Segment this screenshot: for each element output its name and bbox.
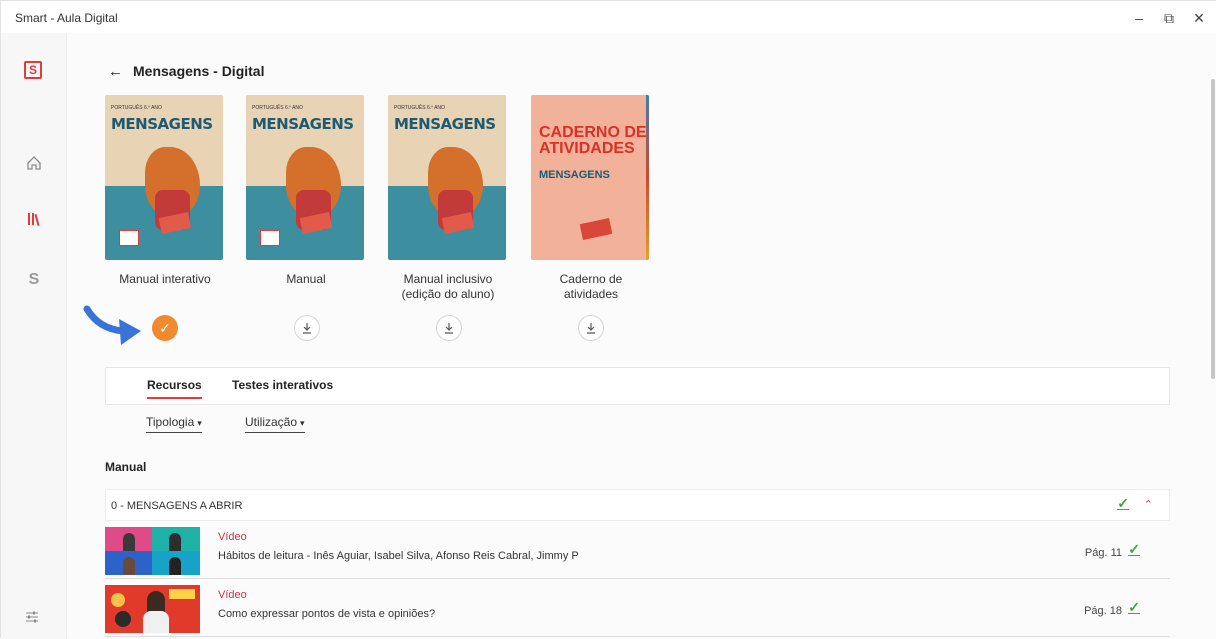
window-title: Smart - Aula Digital (15, 11, 118, 25)
resource-row[interactable]: Vídeo Como expressar pontos de vista e o… (105, 581, 1170, 637)
resource-row[interactable]: Vídeo Hábitos de leitura - Inês Aguiar, … (105, 523, 1170, 579)
section-title: Manual (105, 460, 147, 474)
resource-tabs: Recursos Testes interativos (105, 367, 1170, 405)
sidebar: S S (1, 33, 67, 639)
chevron-up-icon[interactable]: ⌃ (1144, 498, 1153, 511)
minimize-button[interactable]: – (1125, 9, 1153, 29)
smart-s-icon[interactable]: S (23, 271, 45, 293)
chevron-down-icon: ▾ (197, 418, 202, 428)
book-cover[interactable]: CADERNO DE ATIVIDADES MENSAGENS (531, 95, 649, 260)
page-title: Mensagens - Digital (133, 63, 265, 79)
tab-testes-interativos[interactable]: Testes interativos (232, 378, 333, 392)
book-label: Manual inclusivo (edição do aluno) (401, 272, 495, 301)
filter-utilizacao[interactable]: Utilização ▾ (245, 415, 305, 433)
book-label: Manual (286, 272, 326, 286)
resource-page: Pág. 11 (1084, 547, 1122, 559)
resource-type: Vídeo (218, 589, 247, 601)
book-cover[interactable]: PORTUGUÊS 6.º ANO MENSAGENS (105, 95, 223, 260)
title-bar: Smart - Aula Digital – ⧉ ✕ (1, 1, 1216, 33)
group-header[interactable]: 0 - MENSAGENS A ABRIR ✓ ⌃ (105, 489, 1170, 521)
page-header: ← Mensagens - Digital (108, 63, 264, 80)
app-window: Smart - Aula Digital – ⧉ ✕ S S ← Mensagen… (0, 0, 1216, 639)
book-label: Manual interativo (119, 272, 211, 286)
downloaded-check-button[interactable]: ✓ (152, 315, 178, 341)
video-thumbnail[interactable] (105, 527, 200, 575)
group-label: 0 - MENSAGENS A ABRIR (111, 500, 243, 512)
resource-title[interactable]: Como expressar pontos de vista e opiniõe… (218, 608, 435, 620)
home-icon[interactable] (23, 155, 45, 177)
book-card-manual[interactable]: PORTUGUÊS 6.º ANO MENSAGENS Manual (246, 95, 366, 287)
resource-page: Pág. 18 (1084, 605, 1122, 617)
tab-recursos[interactable]: Recursos (147, 378, 202, 399)
book-cover[interactable]: PORTUGUÊS 6.º ANO MENSAGENS (246, 95, 364, 260)
video-thumbnail[interactable] (105, 585, 200, 633)
download-icon (303, 323, 311, 334)
book-cover[interactable]: PORTUGUÊS 6.º ANO MENSAGENS (388, 95, 506, 260)
chevron-down-icon: ▾ (300, 418, 305, 428)
book-card-caderno-atividades[interactable]: CADERNO DE ATIVIDADES MENSAGENS Caderno … (531, 95, 651, 302)
main-content: ← Mensagens - Digital PORTUGUÊS 6.º ANO M… (68, 33, 1216, 639)
scrollbar[interactable] (1211, 79, 1215, 379)
download-icon (587, 323, 595, 334)
settings-sliders-icon[interactable] (24, 609, 40, 630)
book-card-manual-inclusivo[interactable]: PORTUGUÊS 6.º ANO MENSAGENS Manual inclu… (388, 95, 508, 302)
book-card-manual-interativo[interactable]: PORTUGUÊS 6.º ANO MENSAGENS Manual inter… (105, 95, 225, 287)
filter-tipologia[interactable]: Tipologia ▾ (146, 415, 202, 433)
book-label: Caderno de atividades (559, 272, 623, 301)
pointer-arrow-icon (83, 305, 141, 345)
resource-type: Vídeo (218, 531, 247, 543)
download-icon (445, 323, 453, 334)
check-icon[interactable]: ✓ (1128, 542, 1140, 556)
close-button[interactable]: ✕ (1185, 9, 1213, 29)
app-logo[interactable]: S (24, 61, 42, 79)
check-icon[interactable]: ✓ (1128, 600, 1140, 614)
check-icon[interactable]: ✓ (1117, 496, 1129, 510)
back-arrow-icon[interactable]: ← (108, 63, 123, 80)
download-button[interactable] (294, 315, 320, 341)
restore-button[interactable]: ⧉ (1155, 9, 1183, 29)
library-icon[interactable] (23, 211, 45, 233)
download-button[interactable] (578, 315, 604, 341)
download-button[interactable] (436, 315, 462, 341)
resource-title[interactable]: Hábitos de leitura - Inês Aguiar, Isabel… (218, 550, 579, 562)
